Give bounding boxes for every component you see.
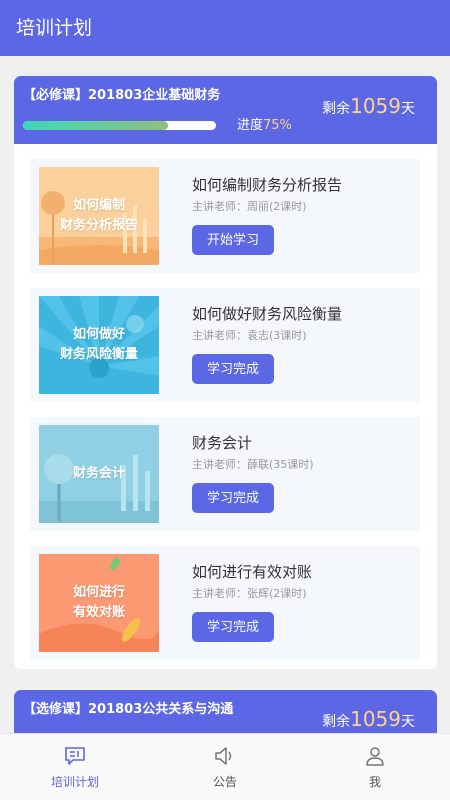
lesson-title: 如何编制财务分析报告 xyxy=(192,176,343,194)
learning-complete-button[interactable]: 学习完成 xyxy=(192,483,274,513)
course-title: 【必修课】201803企业基础财务 xyxy=(23,88,221,103)
lesson-thumbnail: 财务会计 xyxy=(39,425,159,523)
remain-suffix: 天 xyxy=(401,714,415,730)
lesson-teacher: 主讲老师：袁志(3课时) xyxy=(192,329,307,342)
chat-training-icon xyxy=(65,747,85,765)
tab-me[interactable]: 我 xyxy=(300,734,450,800)
remain-prefix: 剩余 xyxy=(322,101,351,117)
tab-label: 培训计划 xyxy=(50,775,99,789)
lesson-item[interactable]: 财务会计 财务会计 主讲老师：薛联(35课时) 学习完成 xyxy=(30,417,420,531)
thumbnail-caption: 如何进行 有效对账 xyxy=(72,585,125,620)
lesson-item[interactable]: 如何编制 财务分析报告 如何编制财务分析报告 主讲老师：周丽(2课时) 开始学习 xyxy=(30,159,420,273)
progress-label: 进度75% xyxy=(237,117,292,134)
lesson-item[interactable]: 如何做好 财务风险衡量 如何做好财务风险衡量 主讲老师：袁志(3课时) 学习完成 xyxy=(30,288,420,402)
speaker-icon xyxy=(215,747,232,765)
tab-label: 公告 xyxy=(212,775,237,789)
lesson-teacher: 主讲老师：张辉(2课时) xyxy=(192,587,307,600)
lesson-title: 财务会计 xyxy=(192,434,253,452)
lesson-thumbnail: 如何编制 财务分析报告 xyxy=(39,167,159,265)
start-learning-button[interactable]: 开始学习 xyxy=(192,225,274,255)
course-title: 【选修课】201803公共关系与沟通 xyxy=(23,702,234,717)
lesson-item[interactable]: 如何进行 有效对账 如何进行有效对账 主讲老师：张辉(2课时) 学习完成 xyxy=(30,546,420,660)
progress-bar xyxy=(23,121,216,130)
top-bar: 培训计划 xyxy=(0,0,450,56)
tab-training-plan[interactable]: 培训计划 xyxy=(0,734,150,800)
remaining-days: 剩余1059天 xyxy=(322,94,415,121)
lesson-teacher: 主讲老师：薛联(35课时) xyxy=(192,458,314,471)
lesson-teacher: 主讲老师：周丽(2课时) xyxy=(192,200,307,213)
learning-complete-button[interactable]: 学习完成 xyxy=(192,612,274,642)
progress-fill xyxy=(23,121,168,130)
tab-label: 我 xyxy=(368,775,381,789)
lesson-thumbnail: 如何做好 财务风险衡量 xyxy=(39,296,159,394)
thumbnail-caption: 如何做好 财务风险衡量 xyxy=(59,327,138,362)
progress-prefix: 进度 xyxy=(237,118,264,133)
remaining-days: 剩余1059天 xyxy=(322,707,415,734)
remain-days-number: 1059 xyxy=(350,707,401,731)
learning-complete-button[interactable]: 学习完成 xyxy=(192,354,274,384)
tab-announcement[interactable]: 公告 xyxy=(150,734,300,800)
lesson-thumbnail: 如何进行 有效对账 xyxy=(39,554,159,652)
required-course-card: 【必修课】201803企业基础财务 剩余1059天 进度75% 如何编制 财务分… xyxy=(14,76,437,669)
thumbnail-caption: 财务会计 xyxy=(72,466,125,481)
person-icon xyxy=(366,747,384,766)
bottom-tab-bar: 培训计划 公告 我 xyxy=(0,733,450,800)
remain-suffix: 天 xyxy=(401,101,415,117)
remain-days-number: 1059 xyxy=(350,94,401,118)
lesson-title: 如何进行有效对账 xyxy=(192,563,313,581)
thumbnail-caption: 如何编制 财务分析报告 xyxy=(59,198,138,233)
lesson-title: 如何做好财务风险衡量 xyxy=(192,305,343,323)
required-course-header[interactable]: 【必修课】201803企业基础财务 剩余1059天 进度75% xyxy=(14,76,437,144)
remain-prefix: 剩余 xyxy=(322,714,351,730)
progress-value: 75% xyxy=(263,118,292,133)
page-title: 培训计划 xyxy=(16,17,93,39)
